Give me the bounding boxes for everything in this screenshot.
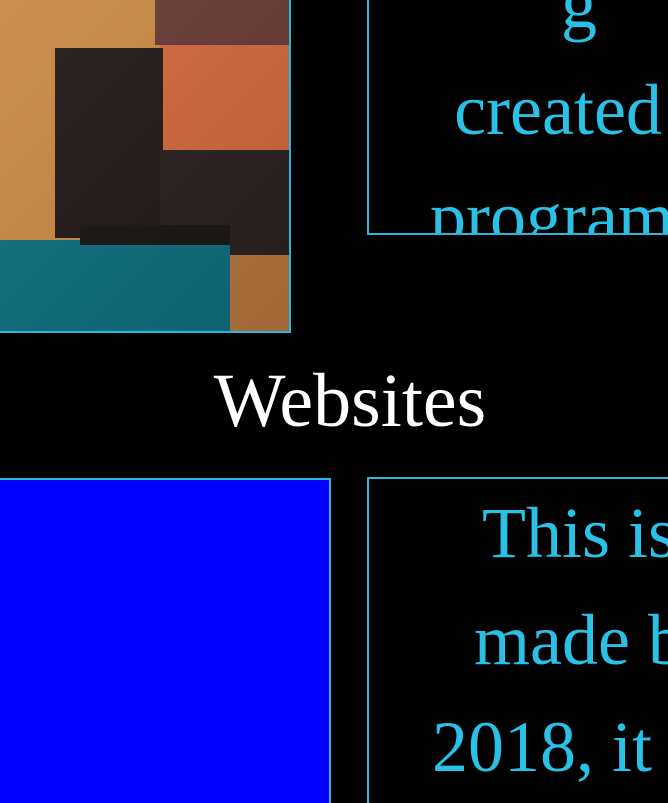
photo-shade bbox=[0, 0, 289, 331]
portfolio-page: g created f program n Websites This is m… bbox=[0, 0, 668, 803]
description-line: created f bbox=[454, 70, 668, 150]
project-image[interactable] bbox=[0, 0, 291, 333]
description-line: made b bbox=[474, 600, 668, 680]
description-line: g bbox=[561, 0, 597, 43]
project-description: g created f program n bbox=[369, 0, 668, 235]
website-description: This is made b 2018, it re bbox=[369, 480, 668, 801]
website-description-card: This is made b 2018, it re bbox=[367, 477, 668, 803]
description-line: program n bbox=[430, 177, 668, 235]
description-line: This is bbox=[481, 493, 668, 573]
description-line: 2018, it re bbox=[432, 707, 668, 787]
websites-heading: Websites bbox=[213, 359, 487, 443]
project-description-card: g created f program n bbox=[367, 0, 668, 235]
website-preview[interactable] bbox=[0, 478, 331, 803]
